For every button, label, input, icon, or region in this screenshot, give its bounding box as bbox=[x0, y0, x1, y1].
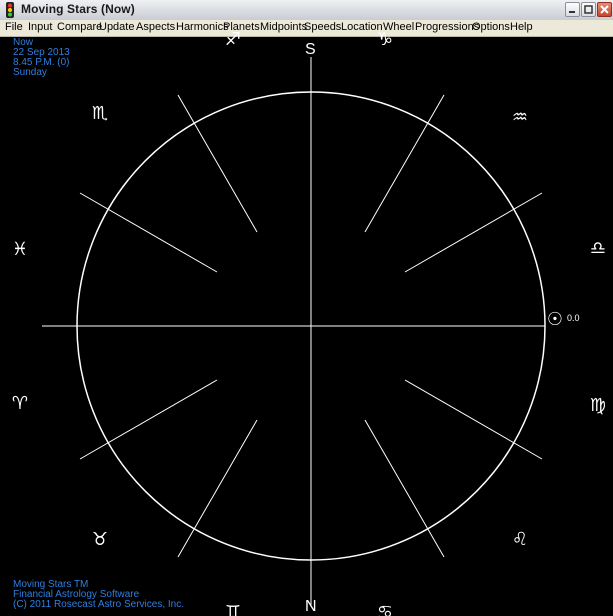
house-spoke bbox=[364, 419, 445, 558]
aries-icon: ♈ bbox=[11, 393, 29, 414]
pisces-icon: ♓ bbox=[11, 239, 29, 260]
info-day: Sunday bbox=[13, 67, 47, 78]
minimize-button[interactable] bbox=[565, 2, 580, 17]
libra-icon: ♎ bbox=[589, 238, 607, 259]
menu-aspects[interactable]: Aspects bbox=[136, 21, 175, 33]
house-spoke bbox=[79, 192, 218, 273]
menu-compare[interactable]: Compare bbox=[57, 21, 102, 33]
sagittarius-icon: ♐ bbox=[224, 29, 242, 50]
house-spoke bbox=[177, 94, 258, 233]
sun-position-value: 0.0 bbox=[567, 313, 580, 323]
close-button[interactable] bbox=[597, 2, 612, 17]
cancer-icon: ♋ bbox=[376, 602, 394, 616]
leo-icon: ♌ bbox=[511, 529, 529, 550]
menu-options[interactable]: Options bbox=[472, 21, 510, 33]
footer-copyright: (C) 2011 Rosecast Astro Services, Inc. bbox=[13, 599, 184, 610]
gemini-icon: ♊ bbox=[224, 602, 242, 616]
minimize-icon bbox=[569, 11, 575, 13]
north-label: N bbox=[305, 598, 317, 615]
south-label: S bbox=[305, 41, 316, 58]
menu-bar: File Input Compare Update Aspects Harmon… bbox=[0, 20, 613, 37]
taurus-icon: ♉ bbox=[91, 529, 109, 550]
virgo-icon: ♍ bbox=[589, 395, 607, 416]
house-spoke bbox=[404, 192, 543, 273]
aquarius-icon: ♒ bbox=[511, 107, 529, 128]
app-window: Moving Stars (Now) File Input Compare Up… bbox=[0, 0, 613, 616]
maximize-button[interactable] bbox=[581, 2, 596, 17]
traffic-light-icon bbox=[6, 2, 14, 18]
menu-harmonics[interactable]: Harmonics bbox=[176, 21, 229, 33]
title-bar[interactable]: Moving Stars (Now) bbox=[0, 0, 613, 21]
menu-file[interactable]: File bbox=[5, 21, 23, 33]
close-icon bbox=[600, 5, 609, 14]
house-spoke bbox=[79, 379, 218, 460]
house-spoke bbox=[177, 419, 258, 558]
house-spoke bbox=[364, 94, 445, 233]
maximize-icon bbox=[584, 5, 593, 14]
window-title: Moving Stars (Now) bbox=[21, 2, 135, 16]
chart-canvas[interactable]: Now 22 Sep 2013 8.45 P.M. (0) Sunday Mov… bbox=[0, 31, 613, 616]
menu-help[interactable]: Help bbox=[510, 21, 533, 33]
menu-update[interactable]: Update bbox=[99, 21, 134, 33]
capricorn-icon: ♑ bbox=[376, 29, 394, 50]
house-spoke bbox=[404, 379, 543, 460]
sun-icon[interactable]: ☉ bbox=[544, 311, 566, 329]
menu-input[interactable]: Input bbox=[28, 21, 52, 33]
menu-progressions[interactable]: Progressions bbox=[415, 21, 479, 33]
menu-speeds[interactable]: Speeds bbox=[304, 21, 341, 33]
scorpio-icon: ♏ bbox=[91, 103, 109, 124]
menu-midpoints[interactable]: Midpoints bbox=[260, 21, 307, 33]
